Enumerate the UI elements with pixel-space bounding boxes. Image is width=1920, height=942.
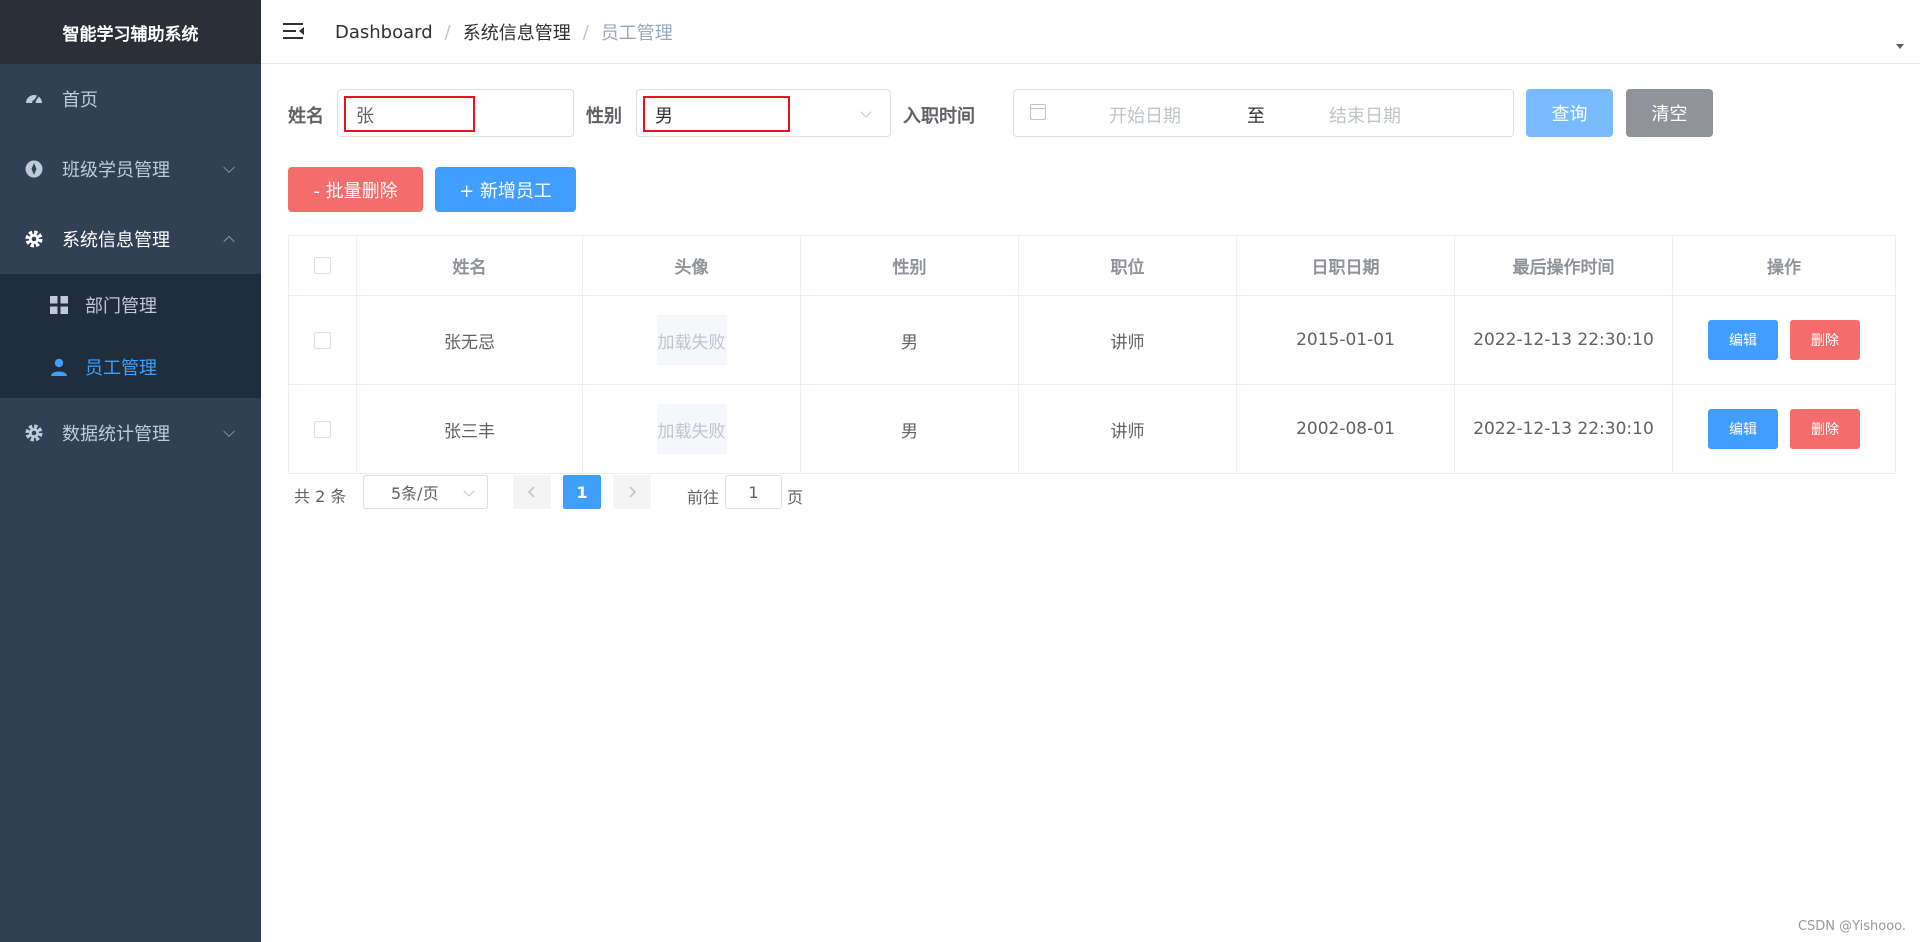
cell-gender: 男 — [801, 385, 1019, 473]
goto-page-input[interactable]: 1 — [725, 475, 782, 509]
entry-date-label: 入职时间 — [903, 106, 975, 127]
end-date-placeholder[interactable]: 结束日期 — [1329, 102, 1401, 128]
sidebar-item-system-info[interactable]: 系统信息管理 — [0, 204, 261, 274]
next-page-button[interactable] — [613, 475, 651, 509]
clear-button[interactable]: 清空 — [1626, 89, 1713, 137]
name-label: 姓名 — [288, 106, 324, 127]
delete-button[interactable]: 删除 — [1790, 320, 1860, 360]
sidebar-item-label: 数据统计管理 — [62, 424, 170, 445]
breadcrumb-dashboard[interactable]: Dashboard — [335, 22, 433, 43]
avatar-placeholder: 加载失败 — [656, 404, 727, 454]
delete-button[interactable]: 删除 — [1790, 409, 1860, 449]
sidebar-item-class-student[interactable]: 班级学员管理 — [0, 134, 261, 204]
cell-entry-date: 2002-08-01 — [1237, 385, 1455, 473]
goto-page-value: 1 — [748, 482, 759, 502]
start-date-placeholder[interactable]: 开始日期 — [1109, 102, 1181, 128]
table-row: 张无忌 加载失败 男 讲师 2015-01-01 2022-12-13 22:3… — [289, 296, 1895, 385]
caret-down-icon[interactable] — [1896, 44, 1904, 49]
column-header: 日职日期 — [1237, 236, 1455, 295]
dashboard-icon — [24, 89, 44, 109]
edit-button[interactable]: 编辑 — [1708, 320, 1778, 360]
chevron-down-icon — [223, 161, 235, 174]
row-checkbox-cell — [289, 385, 357, 473]
highlight-box — [643, 96, 790, 132]
page-number-current[interactable]: 1 — [563, 475, 601, 509]
chevron-down-icon — [860, 106, 872, 118]
breadcrumb-current: 员工管理 — [600, 23, 673, 44]
cell-actions: 编辑 删除 — [1673, 385, 1895, 473]
hamburger-icon[interactable] — [283, 21, 305, 41]
navbar: Dashboard / 系统信息管理 / 员工管理 — [261, 0, 1920, 64]
sidebar-item-statistics[interactable]: 数据统计管理 — [0, 398, 261, 468]
breadcrumb: Dashboard / 系统信息管理 / 员工管理 — [335, 0, 673, 64]
calendar-icon — [1030, 104, 1046, 120]
page-size-select[interactable]: 5条/页 — [363, 475, 488, 509]
column-header: 性别 — [801, 236, 1019, 295]
compass-icon — [24, 159, 44, 179]
batch-delete-button[interactable]: - 批量删除 — [288, 167, 423, 212]
chevron-left-icon — [527, 486, 535, 498]
prev-page-button[interactable] — [513, 475, 551, 509]
row-checkbox-cell — [289, 296, 357, 384]
cell-update-time: 2022-12-13 22:30:10 — [1455, 385, 1673, 473]
row-checkbox[interactable] — [314, 420, 331, 438]
page-size-value: 5条/页 — [391, 484, 439, 503]
sidebar: 智能学习辅助系统 首页 班级学员管理 系统信息管理 部门管理 员工管理 数据统计… — [0, 0, 261, 942]
pagination-total: 共 2 条 — [294, 487, 347, 506]
cell-avatar: 加载失败 — [583, 385, 801, 473]
goto-prefix: 前往 — [687, 488, 720, 507]
sidebar-item-employee[interactable]: 员工管理 — [0, 336, 261, 398]
column-header: 最后操作时间 — [1455, 236, 1673, 295]
employee-table: 姓名 头像 性别 职位 日职日期 最后操作时间 操作 张无忌 加载失败 男 讲师… — [288, 235, 1896, 474]
date-range-picker[interactable]: 开始日期 至 结束日期 — [1013, 89, 1514, 137]
cell-entry-date: 2015-01-01 — [1237, 296, 1455, 384]
chevron-down-icon — [223, 425, 235, 438]
avatar-placeholder: 加载失败 — [656, 315, 727, 365]
cell-avatar: 加载失败 — [583, 296, 801, 384]
row-checkbox[interactable] — [314, 331, 331, 349]
watermark-text: CSDN @Yishooo. — [1797, 919, 1906, 934]
sidebar-item-home[interactable]: 首页 — [0, 64, 261, 134]
goto-suffix: 页 — [787, 488, 804, 507]
grid-icon — [49, 295, 69, 315]
cell-update-time: 2022-12-13 22:30:10 — [1455, 296, 1673, 384]
sidebar-item-label: 首页 — [62, 90, 98, 111]
breadcrumb-separator: / — [582, 21, 589, 43]
table-header-row: 姓名 头像 性别 职位 日职日期 最后操作时间 操作 — [289, 236, 1895, 296]
column-header: 姓名 — [357, 236, 583, 295]
cell-name: 张无忌 — [357, 296, 583, 384]
cell-job: 讲师 — [1019, 296, 1237, 384]
select-all-checkbox[interactable] — [314, 257, 331, 274]
header-checkbox-cell — [289, 236, 357, 295]
gear-icon — [24, 229, 44, 249]
table-row: 张三丰 加载失败 男 讲师 2002-08-01 2022-12-13 22:3… — [289, 385, 1895, 473]
submenu-system-info: 部门管理 员工管理 — [0, 274, 261, 398]
cell-actions: 编辑 删除 — [1673, 296, 1895, 384]
add-employee-button[interactable]: + 新增员工 — [435, 167, 576, 212]
highlight-box — [344, 96, 475, 132]
gender-label: 性别 — [586, 106, 622, 127]
gear-icon — [24, 423, 44, 443]
sidebar-item-label: 班级学员管理 — [62, 160, 170, 181]
edit-button[interactable]: 编辑 — [1708, 409, 1778, 449]
chevron-down-icon — [463, 485, 475, 497]
query-button[interactable]: 查询 — [1526, 89, 1613, 137]
sidebar-item-label: 部门管理 — [85, 296, 157, 317]
chevron-right-icon — [629, 486, 637, 498]
breadcrumb-system-info: 系统信息管理 — [462, 23, 571, 44]
range-separator: 至 — [1247, 106, 1265, 127]
column-header: 头像 — [583, 236, 801, 295]
cell-job: 讲师 — [1019, 385, 1237, 473]
sidebar-item-label: 员工管理 — [85, 358, 157, 379]
cell-name: 张三丰 — [357, 385, 583, 473]
sidebar-item-label: 系统信息管理 — [62, 230, 170, 251]
app-logo-title: 智能学习辅助系统 — [0, 0, 261, 64]
column-header: 操作 — [1767, 258, 1801, 278]
sidebar-item-department[interactable]: 部门管理 — [0, 274, 261, 336]
chevron-up-icon — [223, 235, 235, 248]
user-icon — [49, 357, 69, 377]
column-header: 职位 — [1019, 236, 1237, 295]
breadcrumb-separator: / — [444, 21, 451, 43]
cell-gender: 男 — [801, 296, 1019, 384]
